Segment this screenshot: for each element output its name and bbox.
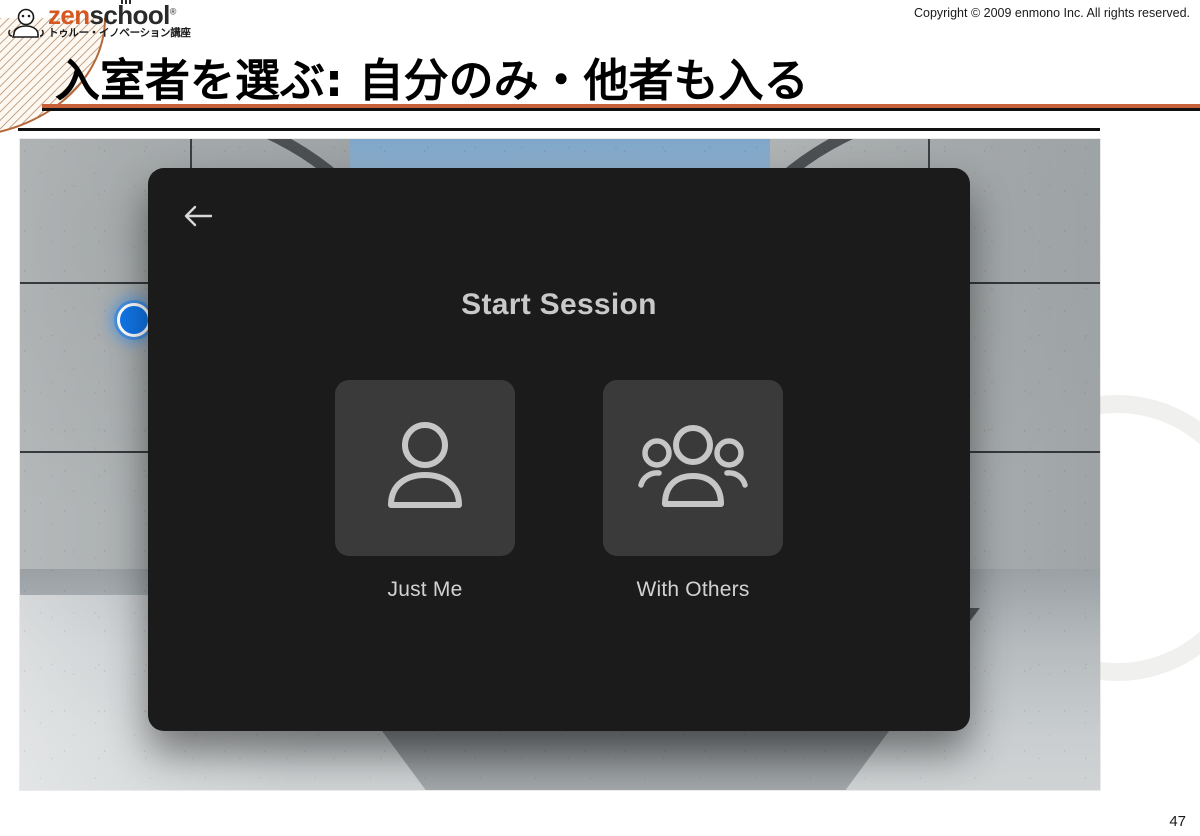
option-label: Just Me [387,578,463,601]
slide-title: 入室者を選ぶ: 自分のみ・他者も入る [55,54,809,107]
option-label: With Others [636,578,750,601]
option-tile[interactable] [603,380,783,556]
logo-word-zen: zen [48,0,90,30]
zen-character-icon [8,8,44,38]
modal-title: Start Session [461,288,657,321]
content-top-rule [18,128,1100,131]
session-mode-options: Just Me With Others [148,380,970,602]
copyright-notice: Copyright © 2009 enmono Inc. All rights … [913,6,1190,20]
single-person-icon [388,422,462,508]
option-tile[interactable] [335,380,515,556]
header-rule-black [42,108,1200,111]
page-number: 47 [1169,813,1186,830]
slide-header: zenschool® トゥルー・イノベーション講座 Copyright © 20… [0,0,1200,138]
start-session-modal: Start Session Just Me With Others [148,168,970,731]
logo-word-school: school [89,0,171,30]
option-just-me[interactable]: Just Me [335,380,515,602]
zenschool-logo: zenschool® トゥルー・イノベーション講座 [8,0,198,44]
option-with-others[interactable]: With Others [603,380,783,602]
logo-registered-mark: ® [169,6,177,17]
pointer-cursor-dot[interactable] [117,303,151,337]
arrow-left-icon [184,205,213,227]
back-button[interactable] [176,194,220,238]
group-people-icon [638,425,748,507]
vr-app-screenshot: Start Session Just Me With Others [20,139,1100,790]
